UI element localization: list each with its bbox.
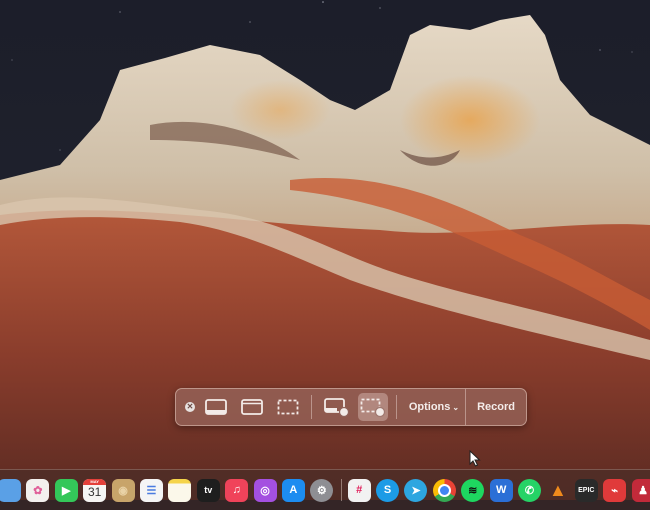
photos-icon[interactable]: ✿ [26,478,50,502]
whatsapp-glyph: ✆ [524,484,535,497]
whatsapp-icon[interactable]: ✆ [518,478,542,502]
podcasts-glyph: ◎ [260,484,270,497]
options-label: Options [408,401,451,413]
spotify-glyph: ≋ [468,484,478,497]
reminders-icon[interactable]: ☰ [139,478,163,502]
remote-desktop-icon[interactable]: ⌁ [603,478,627,502]
capture-entire-screen-button[interactable] [201,393,231,421]
window-icon [241,399,263,415]
toolbar-divider [310,395,312,419]
photos-glyph: ✿ [33,484,43,497]
app-store-glyph: A [289,484,298,496]
epic-glyph: EPIC [578,486,595,494]
telegram-icon[interactable]: ➤ [404,478,428,502]
skype-icon[interactable]: S [376,478,400,502]
word-glyph: W [495,484,507,496]
skype-glyph: S [383,484,392,496]
app-store-icon[interactable]: A [281,478,305,502]
screen-record-icon [323,398,349,417]
record-selected-portion-button[interactable] [357,393,388,421]
notes-icon[interactable] [168,478,192,502]
gear-glyph: ⚙ [316,484,327,497]
dock-separator [340,479,342,501]
dashed-rect-icon [277,399,299,415]
record-button[interactable]: Record [465,389,526,425]
chrome-center [437,483,451,497]
record-label: Record [477,401,515,413]
epic-games-icon[interactable]: EPIC [574,478,598,502]
vlc-icon[interactable]: ▲ [546,479,569,502]
close-icon[interactable]: ✕ [185,402,195,412]
calendar-icon[interactable]: MAY 31 [83,478,107,502]
word-icon[interactable]: W [489,478,513,502]
options-menu-button[interactable]: Options ⌄ [403,393,465,421]
music-icon[interactable]: ♫ [225,478,249,502]
vlc-glyph: ▲ [549,479,567,500]
podcasts-icon[interactable]: ◎ [253,478,277,502]
chevron-down-icon: ⌄ [452,402,460,412]
toolbar-divider [395,395,397,419]
facetime-icon[interactable]: ▶ [54,478,78,502]
dashed-rect-record-icon [360,398,385,417]
chrome-icon[interactable] [432,478,456,502]
music-glyph: ♫ [232,484,241,496]
tv-glyph: tv [204,485,213,495]
apple-tv-icon[interactable]: tv [196,478,220,502]
screenshot-toolbar: ✕ Options ⌄ Record [175,388,527,426]
game-glyph: ♟ [638,484,649,497]
dock: ✿ ▶ MAY 31 ◉ ☰ tv ♫ ◎ A ⚙ # S ➤ ≋ W ✆ ▲ … [0,469,650,510]
facetime-glyph: ▶ [62,484,71,497]
contacts-icon[interactable]: ◉ [111,478,135,502]
slack-glyph: # [356,484,363,496]
record-entire-screen-button[interactable] [322,393,352,421]
capture-selected-window-button[interactable] [237,393,267,421]
calendar-day: 31 [87,484,102,499]
contacts-glyph: ◉ [118,484,128,497]
reminders-glyph: ☰ [146,484,157,497]
capture-selected-portion-button[interactable] [273,393,303,421]
screen-icon [205,399,227,415]
system-preferences-icon[interactable]: ⚙ [310,478,334,502]
maps-icon[interactable] [0,478,21,502]
spotify-icon[interactable]: ≋ [461,478,485,502]
remote-desktop-glyph: ⌁ [611,484,619,497]
slack-icon[interactable]: # [347,478,371,502]
telegram-glyph: ➤ [411,484,421,497]
game-icon[interactable]: ♟ [631,478,650,502]
